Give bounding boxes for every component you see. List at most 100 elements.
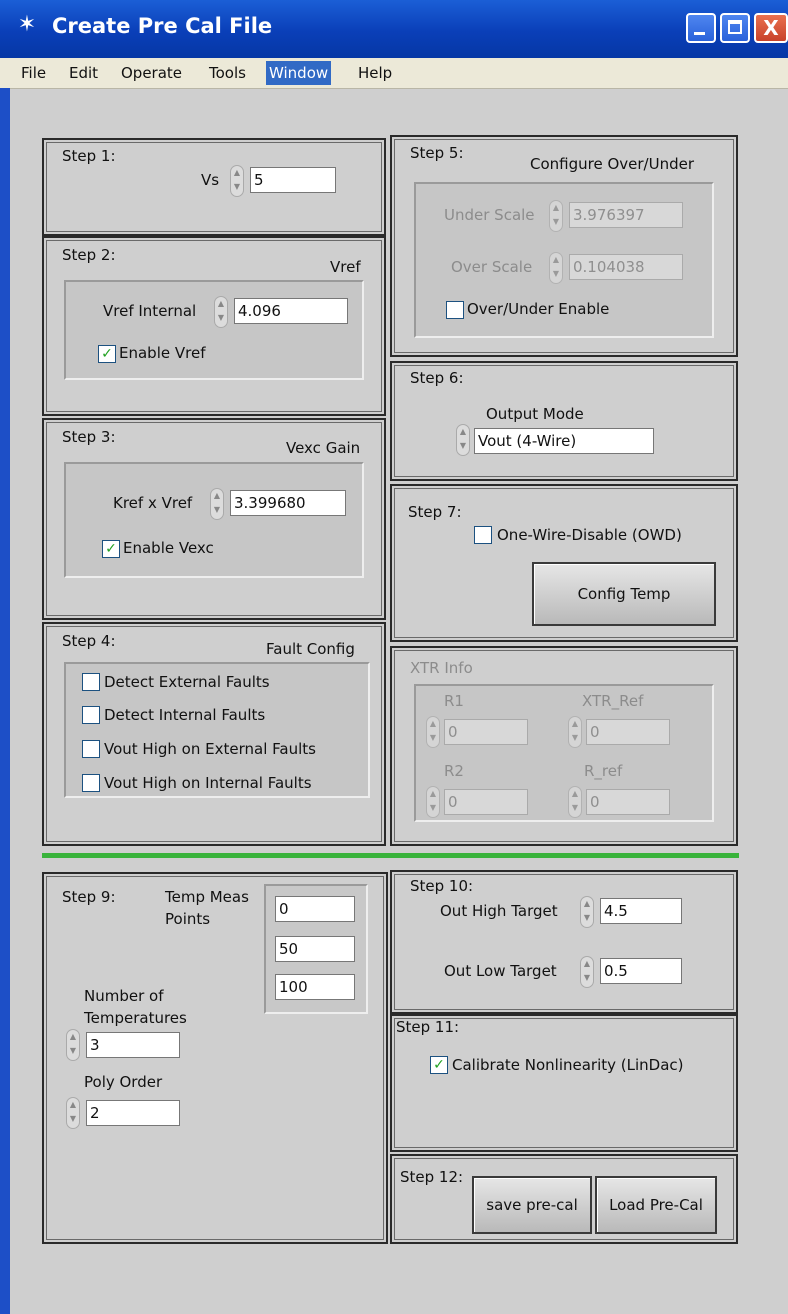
poly-order-spinner[interactable]: ▲ ▼ [66,1097,80,1129]
out-high-spinner[interactable]: ▲ ▼ [580,896,594,928]
over-scale-spinner[interactable]: ▲ ▼ [549,252,563,284]
calibrate-nonlinearity-checkbox[interactable]: ✓ [430,1056,448,1074]
over-under-enable-checkbox[interactable] [446,301,464,319]
enable-vref-checkbox[interactable]: ✓ [98,345,116,363]
num-temps-input[interactable]: 3 [86,1032,180,1058]
detect-external-faults-checkbox[interactable] [82,673,100,691]
xtr-ref-input[interactable]: 0 [586,719,670,745]
step2-label: Step 2: [62,246,116,264]
enable-vref-label: Enable Vref [119,344,206,362]
poly-order-input[interactable]: 2 [86,1100,180,1126]
temp-points-label: Points [165,910,211,928]
step4-title: Fault Config [266,640,355,658]
minimize-icon [694,32,705,35]
r-ref-spinner[interactable]: ▲ ▼ [568,786,582,818]
section-divider [42,853,739,858]
under-scale-label: Under Scale [444,206,535,224]
vref-internal-input[interactable]: 4.096 [234,298,348,324]
r-ref-input[interactable]: 0 [586,789,670,815]
vexc-group [64,462,364,578]
step7-label: Step 7: [408,503,462,521]
output-mode-select[interactable]: Vout (4-Wire) [474,428,654,454]
maximize-icon [728,20,742,34]
step9-label: Step 9: [62,888,116,906]
vout-high-internal-checkbox[interactable] [82,774,100,792]
under-scale-spinner[interactable]: ▲ ▼ [549,200,563,232]
step2-title: Vref [330,258,361,276]
num-temps-label: Number of [84,987,164,1005]
temperatures-label: Temperatures [84,1009,187,1027]
num-temps-spinner[interactable]: ▲ ▼ [66,1029,80,1061]
vref-internal-label: Vref Internal [103,302,197,320]
temp-point-input[interactable]: 50 [275,936,355,962]
load-pre-cal-button[interactable]: Load Pre-Cal [595,1176,717,1234]
vs-spinner[interactable]: ▲ ▼ [230,165,244,197]
maximize-button[interactable] [720,13,750,43]
r1-spinner[interactable]: ▲ ▼ [426,716,440,748]
step3-title: Vexc Gain [286,439,361,457]
vout-high-external-label: Vout High on External Faults [104,740,316,758]
step12-label: Step 12: [400,1168,464,1186]
r2-input[interactable]: 0 [444,789,528,815]
menu-edit[interactable]: Edit [66,61,101,85]
menu-operate[interactable]: Operate [118,61,185,85]
step11-label: Step 11: [396,1018,460,1036]
xtr-ref-label: XTR_Ref [582,692,644,710]
step5-label: Step 5: [410,144,464,162]
over-under-enable-label: Over/Under Enable [467,300,610,318]
vref-spinner[interactable]: ▲ ▼ [214,296,228,328]
vout-high-internal-label: Vout High on Internal Faults [104,774,312,792]
xtr-info-label: XTR Info [410,659,473,677]
output-mode-spinner[interactable]: ▲ ▼ [456,424,470,456]
minimize-button[interactable] [686,13,716,43]
r2-spinner[interactable]: ▲ ▼ [426,786,440,818]
owd-checkbox[interactable] [474,526,492,544]
r1-label: R1 [444,692,464,710]
step6-label: Step 6: [410,369,464,387]
vref-group [64,280,364,380]
enable-vexc-checkbox[interactable]: ✓ [102,540,120,558]
menu-file[interactable]: File [18,61,49,85]
config-temp-button[interactable]: Config Temp [532,562,716,626]
vout-high-external-checkbox[interactable] [82,740,100,758]
kref-spinner[interactable]: ▲ ▼ [210,488,224,520]
menu-window[interactable]: Window [266,61,332,85]
menu-help[interactable]: Help [355,61,395,85]
step10-label: Step 10: [410,877,474,895]
calibrate-nonlinearity-label: Calibrate Nonlinearity (LinDac) [452,1056,684,1074]
close-button[interactable]: X [754,13,788,43]
vs-label: Vs [201,171,220,189]
menu-tools[interactable]: Tools [206,61,249,85]
poly-order-label: Poly Order [84,1073,163,1091]
detect-internal-faults-checkbox[interactable] [82,706,100,724]
step5-title: Configure Over/Under [530,155,695,173]
output-mode-label: Output Mode [486,405,584,423]
out-high-label: Out High Target [440,902,558,920]
vs-input[interactable]: 5 [250,167,336,193]
temp-point-input[interactable]: 100 [275,974,355,1000]
window-border [0,88,10,1314]
over-scale-label: Over Scale [451,258,533,276]
out-low-label: Out Low Target [444,962,557,980]
out-high-input[interactable]: 4.5 [600,898,682,924]
kref-input[interactable]: 3.399680 [230,490,346,516]
r-ref-label: R_ref [584,762,623,780]
enable-vexc-label: Enable Vexc [123,539,214,557]
r2-label: R2 [444,762,464,780]
under-scale-input[interactable]: 3.976397 [569,202,683,228]
temp-meas-label: Temp Meas [165,888,249,906]
kref-label: Kref x Vref [113,494,193,512]
step4-label: Step 4: [62,632,116,650]
r1-input[interactable]: 0 [444,719,528,745]
window-title: Create Pre Cal File [52,14,273,38]
out-low-spinner[interactable]: ▲ ▼ [580,956,594,988]
close-icon: X [763,16,779,40]
owd-label: One-Wire-Disable (OWD) [497,526,682,544]
save-pre-cal-button[interactable]: save pre-cal [472,1176,592,1234]
out-low-input[interactable]: 0.5 [600,958,682,984]
xtr-ref-spinner[interactable]: ▲ ▼ [568,716,582,748]
detect-internal-faults-label: Detect Internal Faults [104,706,266,724]
temp-point-input[interactable]: 0 [275,896,355,922]
detect-external-faults-label: Detect External Faults [104,673,270,691]
over-scale-input[interactable]: 0.104038 [569,254,683,280]
